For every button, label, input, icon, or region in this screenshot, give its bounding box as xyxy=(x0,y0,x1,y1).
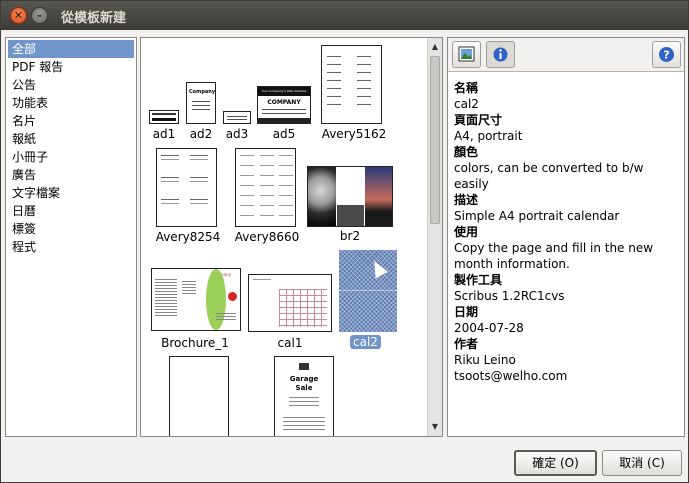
category-item-pdf-report[interactable]: PDF 報告 xyxy=(6,58,136,76)
category-item-announcement[interactable]: 公告 xyxy=(6,76,136,94)
category-item-program[interactable]: 程式 xyxy=(6,238,136,256)
category-item-all[interactable]: 全部 xyxy=(8,40,134,58)
info-name-value: cal2 xyxy=(454,97,479,111)
window-title: 從模板新建 xyxy=(61,11,127,26)
template-info-panel: ? 名稱 cal2 頁面尺寸 A4, portrait 顏色 colors, c… xyxy=(447,37,685,437)
tab-preview[interactable] xyxy=(452,41,481,68)
template-avery5162[interactable]: Avery5162 xyxy=(317,45,391,142)
minimize-window-button[interactable]: – xyxy=(31,7,48,24)
info-tool-label: 製作工具 xyxy=(454,273,503,287)
template-label: ad3 xyxy=(225,127,249,141)
category-item-calendar[interactable]: 日曆 xyxy=(6,202,136,220)
template-thumbnail xyxy=(339,250,397,332)
template-ad1[interactable]: ad1 xyxy=(149,110,179,142)
template-thumbnail xyxy=(307,166,393,227)
template-ad3[interactable]: ad3 xyxy=(223,111,251,142)
title-bar: ✕ – 從模板新建 xyxy=(1,1,688,30)
template-ad5[interactable]: Your Company's Web Address COMPANY ad5 xyxy=(257,86,311,142)
tab-info[interactable] xyxy=(486,41,515,68)
template-br2[interactable]: br2 xyxy=(307,166,393,245)
template-thumbnail xyxy=(248,274,332,332)
template-label: Brochure_1 xyxy=(161,336,229,350)
template-thumbnail xyxy=(223,111,251,124)
info-author-value: Riku Leino xyxy=(454,353,516,367)
info-date-value: 2004-07-28 xyxy=(454,321,524,335)
info-usage-value: Copy the page and fill in the new month … xyxy=(454,241,654,271)
template-ad2[interactable]: Company ad2 xyxy=(186,82,216,142)
template-thumbnail: Company xyxy=(186,82,216,124)
cancel-button[interactable]: 取消 (C) xyxy=(602,450,682,476)
template-thumbnail: Your Company's Web Address COMPANY xyxy=(257,86,311,124)
category-item-menu[interactable]: 功能表 xyxy=(6,94,136,112)
template-thumbnail xyxy=(149,110,179,124)
info-usage-label: 使用 xyxy=(454,225,479,239)
info-size-label: 頁面尺寸 xyxy=(454,113,503,127)
info-tool-value: Scribus 1.2RC1cvs xyxy=(454,289,565,303)
info-author-label: 作者 xyxy=(454,337,479,351)
help-icon: ? xyxy=(659,47,674,62)
info-date-label: 日期 xyxy=(454,305,479,319)
category-item-advertisement[interactable]: 廣告 xyxy=(6,166,136,184)
template-label: Avery8254 xyxy=(155,230,221,244)
info-description-value: Simple A4 portrait calendar xyxy=(454,209,620,223)
help-button[interactable]: ? xyxy=(652,41,681,68)
template-thumbnail xyxy=(169,356,229,436)
thumbnail-company: COMPANY xyxy=(267,99,301,106)
template-thumbnail xyxy=(235,148,296,227)
category-item-business-card[interactable]: 名片 xyxy=(6,112,136,130)
template-garage-sale[interactable]: Garage Sale xyxy=(274,356,334,436)
info-color-label: 顏色 xyxy=(454,145,479,159)
info-author-email: tsoots@welho.com xyxy=(454,369,568,383)
svg-text:?: ? xyxy=(663,49,669,62)
new-from-template-dialog: ✕ – 從模板新建 全部 PDF 報告 公告 功能表 名片 報紙 小冊子 廣告 … xyxy=(0,0,689,483)
thumbnail-title: Company xyxy=(189,89,216,95)
close-window-button[interactable]: ✕ xyxy=(10,7,27,24)
template-grid-scrollbar[interactable]: ▲ ▼ xyxy=(427,38,442,436)
ok-button[interactable]: 確定 (O) xyxy=(514,450,597,476)
category-item-newspaper[interactable]: 報紙 xyxy=(6,130,136,148)
info-name-label: 名稱 xyxy=(454,81,479,95)
template-label: ad5 xyxy=(272,127,296,141)
info-panel-tabs: ? xyxy=(448,38,684,72)
template-avery8660[interactable]: Avery8660 xyxy=(230,148,304,245)
template-thumbnail: Garage Sale xyxy=(274,356,334,436)
minimize-icon: – xyxy=(36,9,43,22)
thumbnail-title: Garage xyxy=(289,375,319,383)
template-grid[interactable]: ad1 Company ad2 ad3 Your Company's Web A… xyxy=(140,37,443,437)
info-description-label: 描述 xyxy=(454,193,479,207)
template-thumbnail xyxy=(156,148,217,227)
template-info-text: 名稱 cal2 頁面尺寸 A4, portrait 顏色 colors, can… xyxy=(454,80,680,384)
template-label: br2 xyxy=(339,229,361,243)
scroll-down-icon[interactable]: ▼ xyxy=(428,420,442,434)
mouse-cursor-icon xyxy=(368,257,388,279)
category-item-label[interactable]: 標簽 xyxy=(6,220,136,238)
template-thumbnail: Company Name xyxy=(151,268,241,331)
info-color-value: colors, can be converted to b/w easily xyxy=(454,161,644,191)
category-item-brochure[interactable]: 小冊子 xyxy=(6,148,136,166)
template-label: Avery5162 xyxy=(321,127,387,141)
template-label: ad2 xyxy=(189,127,213,141)
image-icon xyxy=(458,46,475,62)
template-label: cal1 xyxy=(277,336,303,350)
info-icon xyxy=(493,47,508,62)
category-list[interactable]: 全部 PDF 報告 公告 功能表 名片 報紙 小冊子 廣告 文字檔案 日曆 標簽… xyxy=(5,37,137,437)
template-cal2[interactable]: cal2 xyxy=(337,250,399,351)
template-label: ad1 xyxy=(152,127,176,141)
template-avery8254[interactable]: Avery8254 xyxy=(151,148,225,245)
info-size-value: A4, portrait xyxy=(454,129,523,143)
category-item-text-document[interactable]: 文字檔案 xyxy=(6,184,136,202)
template-cal1[interactable]: cal1 xyxy=(247,274,333,351)
template-blank-page[interactable] xyxy=(169,356,229,436)
scrollbar-thumb[interactable] xyxy=(430,56,440,224)
thumbnail-subtitle: Sale xyxy=(295,384,313,392)
scroll-up-icon[interactable]: ▲ xyxy=(428,40,442,54)
template-label: cal2 xyxy=(350,335,381,349)
template-thumbnail xyxy=(321,45,382,124)
close-icon: ✕ xyxy=(13,9,24,22)
thumbnail-header: Your Company's Web Address xyxy=(258,87,310,96)
template-brochure-1[interactable]: Company Name Brochure_1 xyxy=(149,268,241,351)
template-label: Avery8660 xyxy=(234,230,300,244)
